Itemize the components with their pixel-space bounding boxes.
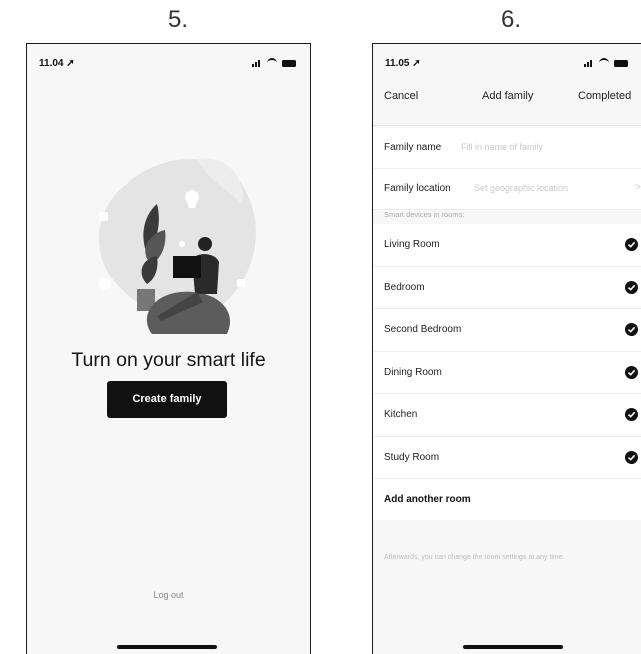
status-time: 11.05 ➚: [385, 58, 421, 69]
room-item-bedroom[interactable]: Bedroom: [373, 267, 641, 309]
home-indicator[interactable]: [463, 645, 563, 649]
family-name-input[interactable]: Fill in name of family: [461, 142, 543, 152]
completed-button[interactable]: Completed: [578, 90, 631, 102]
family-name-label: Family name: [384, 142, 442, 153]
navigation-bar: Cancel Add family Completed: [373, 90, 641, 110]
room-label: Dining Room: [384, 366, 442, 378]
room-item-second-bedroom[interactable]: Second Bedroom: [373, 309, 641, 352]
family-form: Family name Fill in name of family Famil…: [373, 128, 641, 210]
room-item-dining-room[interactable]: Dining Room: [373, 352, 641, 394]
room-item-living-room[interactable]: Living Room: [373, 224, 641, 267]
family-location-input[interactable]: Set geographic location: [474, 183, 568, 193]
wifi-icon: [267, 58, 277, 68]
smart-home-illustration: [98, 158, 256, 334]
battery-icon: [614, 59, 628, 67]
logout-link[interactable]: Log out: [27, 590, 310, 600]
signal-icon: [252, 59, 262, 67]
room-label: Kitchen: [384, 409, 418, 420]
home-indicator[interactable]: [117, 645, 217, 649]
status-bar: 11.05 ➚: [385, 58, 628, 72]
family-name-row[interactable]: Family name Fill in name of family: [373, 128, 641, 169]
step-number-5: 5.: [167, 6, 188, 33]
family-location-row[interactable]: Family location Set geographic location …: [373, 169, 641, 210]
room-label: Bedroom: [384, 281, 425, 293]
add-room-label: Add another room: [384, 494, 471, 505]
battery-icon: [282, 59, 296, 67]
chevron-right-icon: >: [635, 182, 641, 193]
location-arrow-icon: ➚: [412, 58, 421, 69]
room-label: Second Bedroom: [384, 324, 462, 335]
page-title: Add family: [482, 90, 534, 102]
phone-screen-add-family: 11.05 ➚ Cancel Add family Completed Fami…: [372, 43, 641, 654]
location-arrow-icon: ➚: [66, 58, 75, 69]
room-settings-hint: Afterwards, you can change the room sett…: [384, 554, 565, 561]
check-circle-icon[interactable]: [625, 365, 638, 379]
create-family-button[interactable]: Create family: [107, 381, 227, 418]
room-label: Living Room: [384, 239, 440, 250]
welcome-headline: Turn on your smart life: [71, 349, 266, 371]
status-time: 11.04 ➚: [39, 58, 75, 69]
signal-icon: [584, 59, 594, 67]
instruction-page: 5. 6. 11.04 ➚ Turn on your smart life Cr…: [0, 0, 641, 654]
room-list: Living Room Bedroom Second Bedroom Dinin…: [373, 224, 641, 520]
cancel-button[interactable]: Cancel: [384, 90, 418, 102]
add-another-room-button[interactable]: Add another room: [373, 479, 641, 520]
step-number-6: 6.: [500, 6, 521, 33]
check-circle-icon[interactable]: [625, 408, 638, 421]
status-bar: 11.04 ➚: [39, 58, 296, 72]
divider: [373, 125, 641, 126]
family-location-label: Family location: [384, 183, 451, 194]
check-circle-icon[interactable]: [625, 280, 638, 294]
rooms-section-header: Smart devices in rooms:: [384, 210, 465, 219]
check-circle-icon[interactable]: [625, 450, 638, 464]
room-item-study-room[interactable]: Study Room: [373, 437, 641, 479]
check-circle-icon[interactable]: [625, 323, 638, 336]
room-item-kitchen[interactable]: Kitchen: [373, 394, 641, 437]
check-circle-icon[interactable]: [625, 238, 638, 251]
room-label: Study Room: [384, 451, 440, 463]
wifi-icon: [599, 58, 609, 68]
phone-screen-welcome: 11.04 ➚ Turn on your smart life Create f…: [26, 43, 311, 654]
